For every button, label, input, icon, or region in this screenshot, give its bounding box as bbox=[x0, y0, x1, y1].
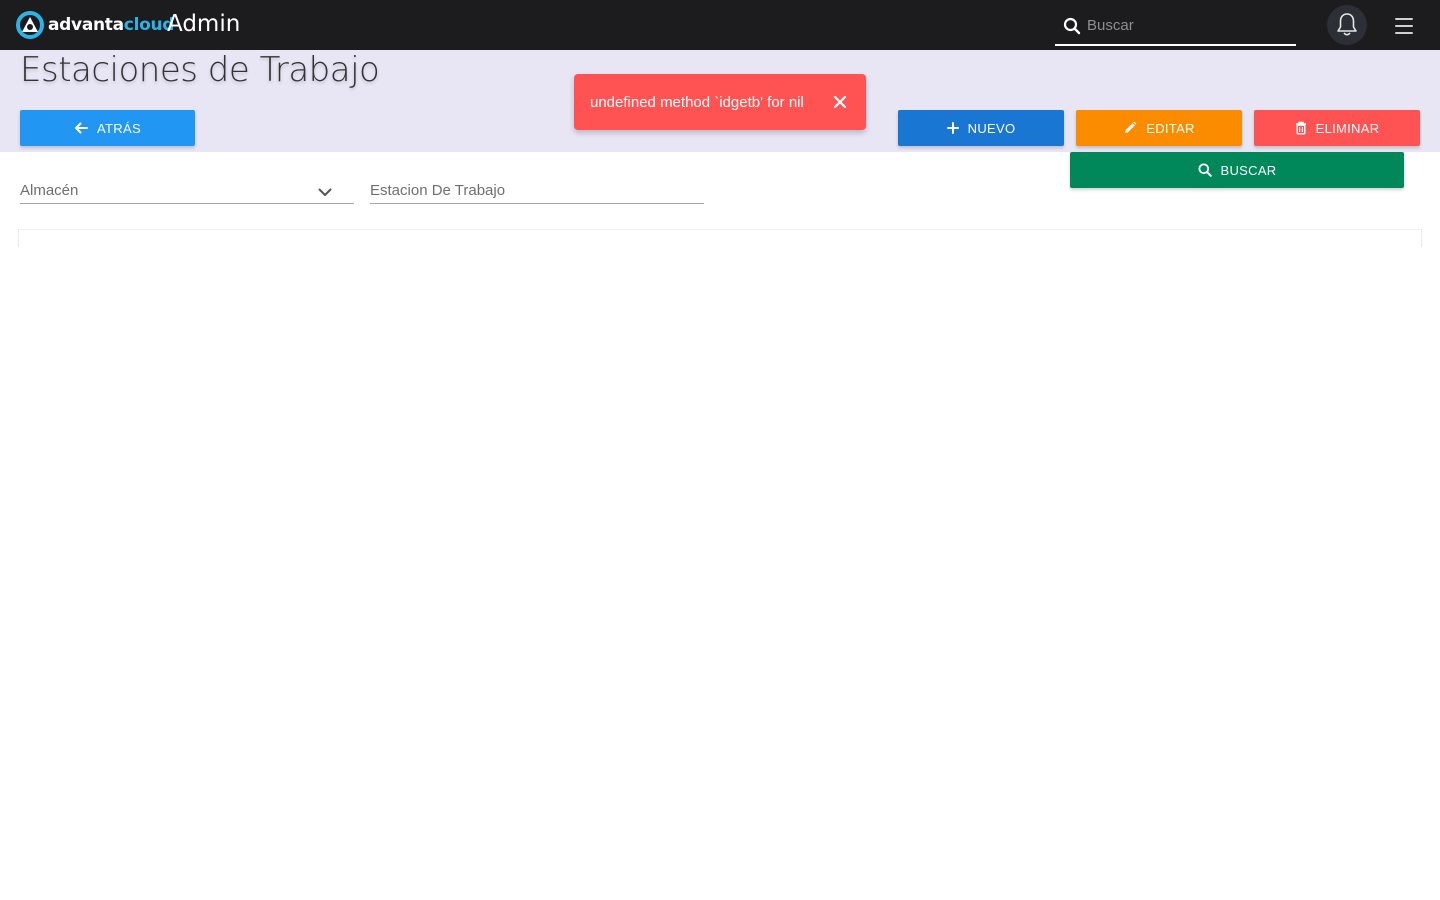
logo-wordmark: advantacloud bbox=[48, 15, 175, 35]
error-toast-message: undefined method `idgetb' for nil bbox=[590, 93, 804, 111]
app-title: Admin bbox=[167, 11, 241, 37]
page-title: Estaciones de Trabajo bbox=[20, 50, 380, 90]
search-icon bbox=[1198, 163, 1212, 177]
search-icon bbox=[1063, 17, 1081, 35]
new-button-label: NUEVO bbox=[967, 120, 1016, 136]
almacen-select[interactable]: Almacén bbox=[20, 176, 354, 204]
delete-button-label: ELIMINAR bbox=[1315, 120, 1380, 136]
logo-mark-icon bbox=[16, 11, 44, 39]
estacion-de-trabajo-label: Estacion De Trabajo bbox=[370, 182, 506, 199]
close-icon[interactable] bbox=[832, 94, 848, 110]
back-button[interactable]: ATRÁS bbox=[20, 110, 195, 146]
global-search-input[interactable] bbox=[1087, 14, 1287, 36]
results-table bbox=[18, 229, 1422, 247]
top-navbar: advantacloud Admin bbox=[0, 0, 1440, 50]
pencil-icon bbox=[1125, 121, 1137, 133]
search-button-label: BUSCAR bbox=[1220, 162, 1277, 178]
notifications-button[interactable] bbox=[1327, 5, 1367, 45]
edit-button[interactable]: EDITAR bbox=[1076, 110, 1242, 146]
search-button[interactable]: BUSCAR bbox=[1070, 152, 1404, 188]
bell-icon bbox=[1337, 13, 1357, 36]
plus-icon bbox=[946, 122, 959, 134]
almacen-select-label: Almacén bbox=[20, 182, 79, 199]
trash-icon bbox=[1295, 121, 1306, 135]
advantacloud-logo[interactable]: advantacloud bbox=[15, 11, 174, 39]
error-toast: undefined method `idgetb' for nil bbox=[574, 74, 866, 130]
hamburger-menu-icon[interactable] bbox=[1392, 16, 1416, 36]
back-button-label: ATRÁS bbox=[97, 120, 141, 136]
delete-button[interactable]: ELIMINAR bbox=[1254, 110, 1420, 146]
edit-button-label: EDITAR bbox=[1146, 120, 1195, 136]
arrow-left-icon bbox=[75, 122, 89, 134]
estacion-de-trabajo-field[interactable]: Estacion De Trabajo bbox=[370, 176, 704, 204]
global-search[interactable] bbox=[1055, 6, 1296, 46]
chevron-down-icon bbox=[318, 188, 332, 196]
new-button[interactable]: NUEVO bbox=[898, 110, 1064, 146]
